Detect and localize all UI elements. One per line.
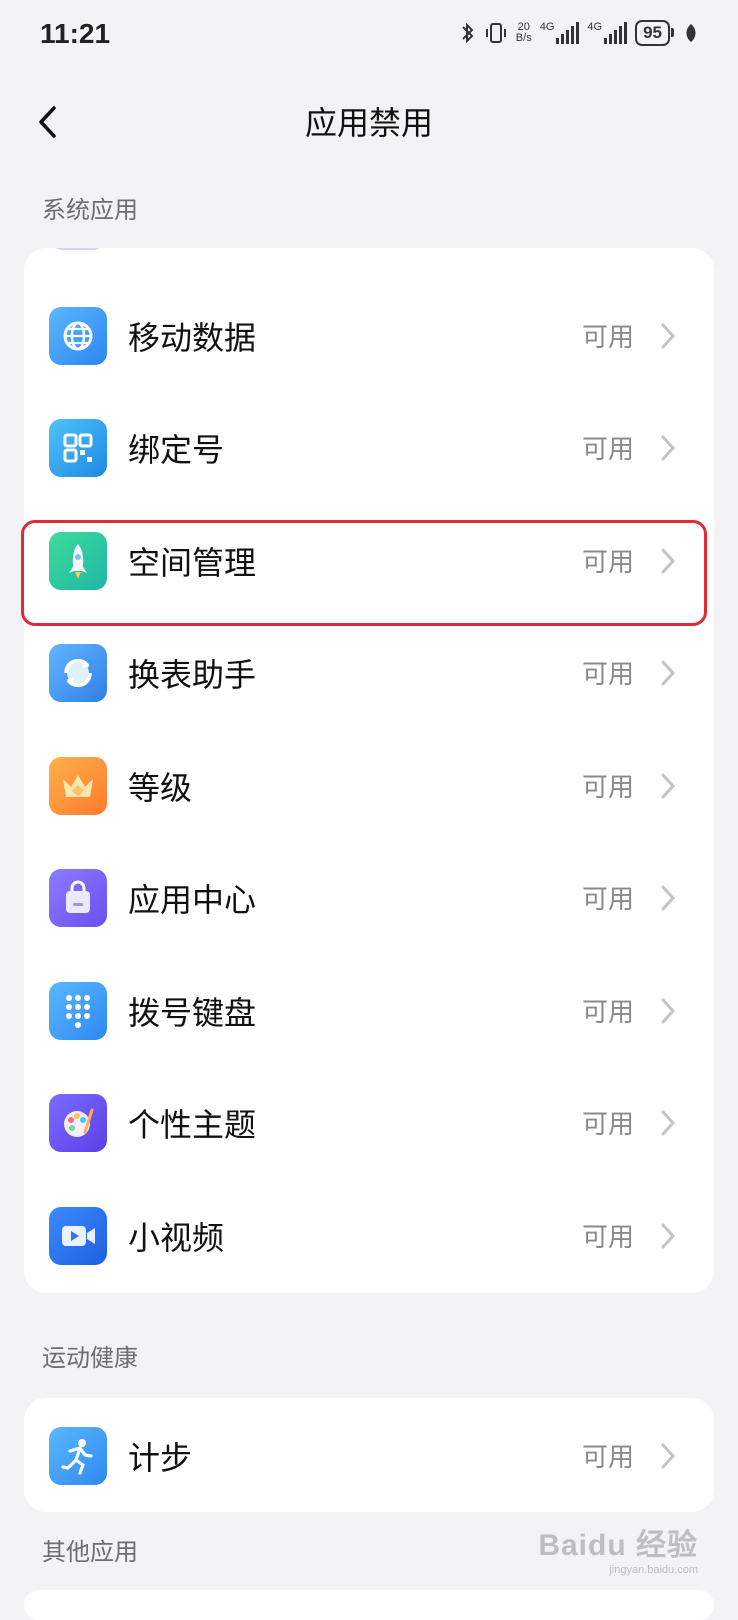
app-label: 绑定号 <box>128 430 225 469</box>
vibrate-icon <box>485 23 506 43</box>
app-status: 可用 <box>581 1223 634 1253</box>
chevron-right-icon <box>661 773 676 798</box>
app-label: 应用中心 <box>128 880 257 919</box>
crown-icon <box>49 756 107 815</box>
signal-bars-icon <box>556 22 580 44</box>
leaf-icon <box>686 24 696 42</box>
chevron-right-icon <box>661 885 676 910</box>
system-apps-card: 移动数据 可用 绑定号 可用 空间管理 可用 换表助手 可用 等级 可用 应用中… <box>24 248 714 1293</box>
section-label-other: 其他应用 <box>42 1538 138 1566</box>
app-row-theme[interactable]: 个性主题 可用 <box>24 1065 714 1180</box>
app-label: 小视频 <box>128 1218 225 1257</box>
page-title: 应用禁用 <box>304 104 433 142</box>
video-icon <box>49 1206 107 1265</box>
app-status: 可用 <box>581 323 634 353</box>
app-status: 可用 <box>581 660 634 690</box>
chevron-right-icon <box>661 1443 676 1468</box>
app-row-mobile-data[interactable]: 移动数据 可用 <box>24 278 714 393</box>
signal-sim2: 4G <box>587 22 628 44</box>
app-label: 个性主题 <box>128 1105 257 1144</box>
app-row-short-video[interactable]: 小视频 可用 <box>24 1178 714 1293</box>
rocket-icon <box>49 531 107 590</box>
chevron-right-icon <box>661 548 676 573</box>
partial-app-icon <box>51 248 105 250</box>
sync-icon <box>49 643 107 702</box>
signal-sim1: 4G <box>540 22 580 44</box>
status-time: 11:21 <box>40 18 111 49</box>
app-row-step-counter[interactable]: 计步 可用 <box>24 1398 714 1512</box>
app-status: 可用 <box>581 548 634 578</box>
app-row-dialpad[interactable]: 拨号键盘 可用 <box>24 953 714 1068</box>
running-icon <box>49 1426 107 1485</box>
section-label-system: 系统应用 <box>42 196 138 224</box>
other-apps-card <box>24 1590 714 1620</box>
app-row-watch-switch[interactable]: 换表助手 可用 <box>24 615 714 730</box>
app-label: 等级 <box>128 768 193 807</box>
app-row-level[interactable]: 等级 可用 <box>24 728 714 843</box>
app-status: 可用 <box>581 773 634 803</box>
status-bar: 11:21 20 B/s 4G 4G 95 <box>0 0 738 72</box>
palette-icon <box>49 1093 107 1152</box>
net-speed: 20 B/s <box>515 21 532 44</box>
qr-code-icon <box>49 418 107 477</box>
chevron-right-icon <box>661 1110 676 1135</box>
sports-apps-card: 计步 可用 <box>24 1398 714 1512</box>
status-icons: 20 B/s 4G 4G 95 <box>460 20 698 46</box>
section-label-sports: 运动健康 <box>42 1344 138 1372</box>
chevron-right-icon <box>661 323 676 348</box>
nav-bar: 应用禁用 <box>0 72 738 172</box>
app-status: 可用 <box>581 1110 634 1140</box>
shopping-bag-icon <box>49 868 107 927</box>
app-row-app-center[interactable]: 应用中心 可用 <box>24 840 714 955</box>
app-row-space-management[interactable]: 空间管理 可用 <box>24 503 714 618</box>
baidu-watermark: Baidu 经验 jingyan.baidu.com <box>538 1529 698 1576</box>
app-label: 移动数据 <box>128 318 257 357</box>
chevron-right-icon <box>661 998 676 1023</box>
app-row-bind-number[interactable]: 绑定号 可用 <box>24 390 714 505</box>
chevron-right-icon <box>661 660 676 685</box>
app-label: 计步 <box>128 1438 193 1477</box>
app-label: 空间管理 <box>128 543 257 582</box>
app-status: 可用 <box>581 998 634 1028</box>
battery-indicator: 95 <box>635 20 674 46</box>
app-label: 拨号键盘 <box>128 993 257 1032</box>
app-status: 可用 <box>581 885 634 915</box>
app-status: 可用 <box>581 435 634 465</box>
chevron-right-icon <box>661 1223 676 1248</box>
bluetooth-icon <box>462 22 474 44</box>
app-label: 换表助手 <box>128 655 257 694</box>
signal-bars-icon <box>604 22 628 44</box>
chevron-right-icon <box>661 435 676 460</box>
dialpad-icon <box>49 981 107 1040</box>
globe-icon <box>49 306 107 365</box>
app-status: 可用 <box>581 1443 634 1473</box>
